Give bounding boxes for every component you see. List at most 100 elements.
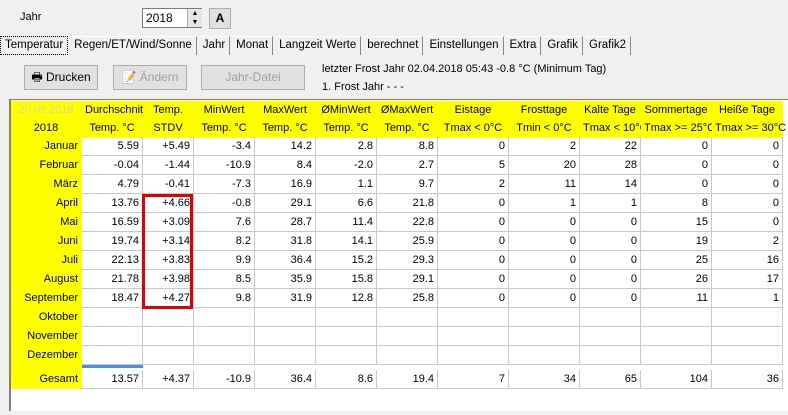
cell-frost-days[interactable]: 1: [509, 194, 580, 213]
cell-avg-max[interactable]: 8.8: [377, 137, 438, 156]
cell-frost-days[interactable]: 0: [509, 251, 580, 270]
cell-average[interactable]: 18.47: [82, 289, 143, 308]
cell-hot-days[interactable]: 0: [712, 137, 783, 156]
cell-summer-days[interactable]: 25: [641, 251, 712, 270]
cell-min[interactable]: -3.4: [194, 137, 255, 156]
cell-cold-days[interactable]: 28: [580, 156, 641, 175]
cell-avg-max[interactable]: 2.7: [377, 156, 438, 175]
cell-stdv[interactable]: [143, 327, 194, 346]
cell-hot-days[interactable]: 0: [712, 194, 783, 213]
cell-ice-days[interactable]: 2: [438, 175, 509, 194]
cell-avg-min[interactable]: 15.8: [316, 270, 377, 289]
cell-avg-max[interactable]: [377, 327, 438, 346]
tab-grafik[interactable]: Grafik: [543, 36, 584, 55]
cell-frost-days[interactable]: 20: [509, 156, 580, 175]
cell-max[interactable]: [255, 308, 316, 327]
cell-average[interactable]: [82, 346, 143, 365]
cell-ice-days[interactable]: 0: [438, 270, 509, 289]
cell-average[interactable]: 4.79: [82, 175, 143, 194]
cell-ice-days[interactable]: 0: [438, 232, 509, 251]
tab-berechnet[interactable]: berechnet: [363, 36, 424, 55]
cell-summer-days[interactable]: 0: [641, 137, 712, 156]
print-button[interactable]: 🖶 Drucken: [24, 65, 98, 90]
cell-avg-min[interactable]: [316, 308, 377, 327]
cell-average[interactable]: 21.78: [82, 270, 143, 289]
cell-stdv[interactable]: [143, 308, 194, 327]
total-hot-days[interactable]: 36: [712, 370, 783, 389]
cell-max[interactable]: [255, 346, 316, 365]
cell-ice-days[interactable]: 5: [438, 156, 509, 175]
cell-max[interactable]: 36.4: [255, 251, 316, 270]
cell-max[interactable]: 31.8: [255, 232, 316, 251]
cell-avg-max[interactable]: [377, 308, 438, 327]
cell-hot-days[interactable]: 0: [712, 175, 783, 194]
spin-down-icon[interactable]: ▼: [188, 18, 202, 27]
cell-frost-days[interactable]: 2: [509, 137, 580, 156]
cell-min[interactable]: 9.9: [194, 251, 255, 270]
tab-jahr[interactable]: Jahr: [198, 36, 231, 55]
cell-max[interactable]: 28.7: [255, 213, 316, 232]
cell-avg-max[interactable]: [377, 346, 438, 365]
temperature-grid[interactable]: 20.09.2018 2018 Durchschnitt Temp. °C Temp. S…: [9, 99, 788, 411]
tab-langzeit-werte[interactable]: Langzeit Werte: [275, 36, 362, 55]
cell-ice-days[interactable]: 0: [438, 194, 509, 213]
cell-stdv[interactable]: +5.49: [143, 137, 194, 156]
cell-average[interactable]: 22.13: [82, 251, 143, 270]
cell-ice-days[interactable]: [438, 327, 509, 346]
cell-average[interactable]: 16.59: [82, 213, 143, 232]
cell-avg-max[interactable]: 21.8: [377, 194, 438, 213]
cell-hot-days[interactable]: [712, 308, 783, 327]
tab-extra[interactable]: Extra: [505, 36, 542, 55]
spin-up-icon[interactable]: ▲: [188, 9, 202, 18]
tab-einstellungen[interactable]: Einstellungen: [425, 36, 504, 55]
cell-hot-days[interactable]: 0: [712, 213, 783, 232]
cell-hot-days[interactable]: 17: [712, 270, 783, 289]
cell-avg-max[interactable]: 25.9: [377, 232, 438, 251]
cell-stdv[interactable]: -0.41: [143, 175, 194, 194]
cell-avg-min[interactable]: 12.8: [316, 289, 377, 308]
cell-min[interactable]: 8.5: [194, 270, 255, 289]
cell-cold-days[interactable]: 0: [580, 270, 641, 289]
cell-cold-days[interactable]: 22: [580, 137, 641, 156]
total-frost-days[interactable]: 34: [509, 370, 580, 389]
cell-max[interactable]: 14.2: [255, 137, 316, 156]
cell-max[interactable]: 31.9: [255, 289, 316, 308]
cell-average[interactable]: [82, 327, 143, 346]
total-ice-days[interactable]: 7: [438, 370, 509, 389]
cell-cold-days[interactable]: 14: [580, 175, 641, 194]
cell-max[interactable]: 8.4: [255, 156, 316, 175]
cell-hot-days[interactable]: [712, 327, 783, 346]
cell-summer-days[interactable]: [641, 308, 712, 327]
cell-ice-days[interactable]: 0: [438, 137, 509, 156]
cell-cold-days[interactable]: 0: [580, 289, 641, 308]
total-avg-max[interactable]: 19.4: [377, 370, 438, 389]
cell-summer-days[interactable]: [641, 346, 712, 365]
cell-avg-min[interactable]: 1.1: [316, 175, 377, 194]
cell-hot-days[interactable]: 0: [712, 156, 783, 175]
cell-summer-days[interactable]: 0: [641, 156, 712, 175]
cell-frost-days[interactable]: 11: [509, 175, 580, 194]
cell-avg-max[interactable]: 22.8: [377, 213, 438, 232]
cell-cold-days[interactable]: [580, 308, 641, 327]
cell-max[interactable]: [255, 327, 316, 346]
cell-stdv[interactable]: [143, 346, 194, 365]
cell-avg-max[interactable]: 9.7: [377, 175, 438, 194]
cell-avg-min[interactable]: 15.2: [316, 251, 377, 270]
total-min[interactable]: -10.9: [194, 370, 255, 389]
cell-cold-days[interactable]: [580, 346, 641, 365]
cell-frost-days[interactable]: 0: [509, 232, 580, 251]
cell-max[interactable]: 35.9: [255, 270, 316, 289]
cell-hot-days[interactable]: 16: [712, 251, 783, 270]
cell-summer-days[interactable]: 26: [641, 270, 712, 289]
cell-average[interactable]: -0.04: [82, 156, 143, 175]
cell-summer-days[interactable]: 19: [641, 232, 712, 251]
cell-min[interactable]: -0.8: [194, 194, 255, 213]
cell-frost-days[interactable]: [509, 346, 580, 365]
tab-regen-et-wind-sonne[interactable]: Regen/ET/Wind/Sonne: [70, 36, 197, 55]
cell-avg-min[interactable]: -2.0: [316, 156, 377, 175]
cell-average[interactable]: 13.76: [82, 194, 143, 213]
cell-summer-days[interactable]: 11: [641, 289, 712, 308]
cell-avg-max[interactable]: 29.1: [377, 270, 438, 289]
cell-avg-min[interactable]: 11.4: [316, 213, 377, 232]
cell-min[interactable]: 7.6: [194, 213, 255, 232]
